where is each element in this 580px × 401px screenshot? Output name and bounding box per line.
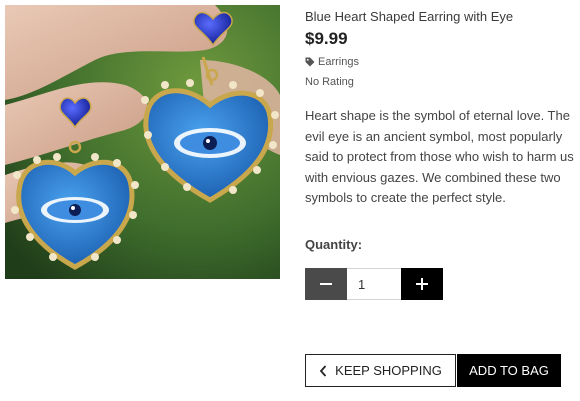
product-description: Heart shape is the symbol of eternal lov… (305, 108, 574, 205)
product-category[interactable]: Earrings (305, 56, 359, 68)
add-to-bag-label: ADD TO BAG (469, 363, 549, 378)
add-to-bag-button[interactable]: ADD TO BAG (457, 354, 561, 387)
increase-quantity-button[interactable] (401, 268, 443, 300)
quantity-input[interactable] (347, 268, 401, 300)
minus-icon (320, 283, 332, 285)
quantity-label: Quantity: (305, 237, 363, 252)
product-rating: No Rating (305, 76, 354, 88)
product-title: Blue Heart Shaped Earring with Eye (305, 9, 514, 24)
tag-icon (305, 57, 315, 67)
product-image (5, 5, 280, 279)
quantity-stepper (305, 268, 443, 300)
product-price: $9.99 (305, 29, 348, 48)
plus-icon (416, 278, 428, 290)
keep-shopping-label: KEEP SHOPPING (335, 363, 442, 378)
decrease-quantity-button[interactable] (305, 268, 347, 300)
category-label: Earrings (318, 56, 359, 68)
chevron-left-icon (319, 364, 327, 377)
keep-shopping-button[interactable]: KEEP SHOPPING (305, 354, 456, 387)
